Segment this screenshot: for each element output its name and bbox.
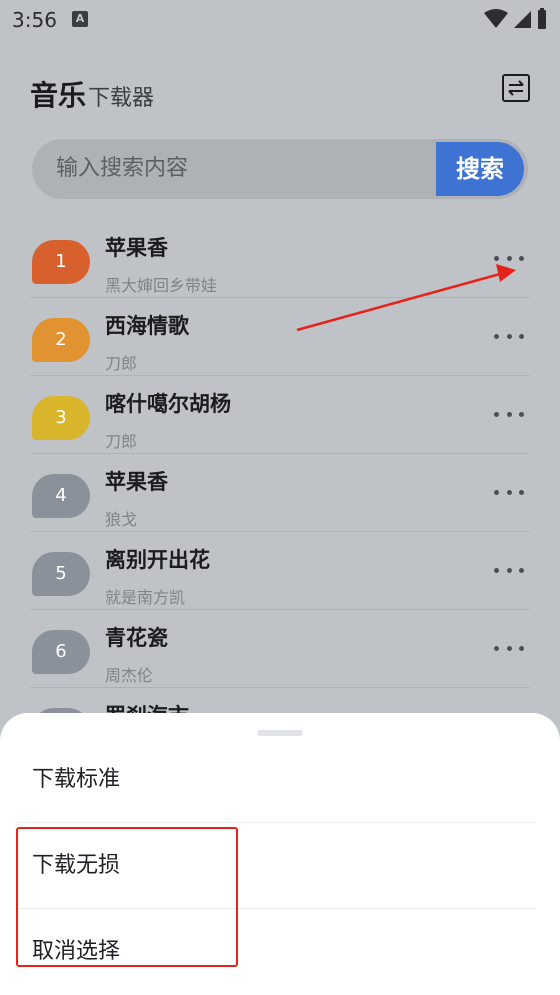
rank-badge: 1 [32, 240, 90, 284]
rank-badge: 6 [32, 630, 90, 674]
app-title: 音乐 下载器 [30, 74, 154, 114]
rank-badge: 5 [32, 552, 90, 596]
rank-badge: 4 [32, 474, 90, 518]
song-title: 青花瓷 [105, 626, 168, 650]
rank-badge: 3 [32, 396, 90, 440]
list-item[interactable]: 6 青花瓷 周杰伦 [30, 610, 530, 688]
song-title: 苹果香 [105, 236, 168, 260]
song-title: 苹果香 [105, 470, 168, 494]
signal-icon [514, 11, 531, 28]
action-sheet: 下载标准 下载无损 取消选择 [0, 713, 560, 995]
song-list: 1 苹果香 黑大婶回乡带娃 2 西海情歌 刀郎 3 喀什噶尔胡杨 刀郎 4 苹果… [30, 220, 530, 766]
notification-a-icon: A [72, 11, 88, 27]
list-item[interactable]: 5 离别开出花 就是南方凯 [30, 532, 530, 610]
download-standard-option[interactable]: 下载标准 [16, 737, 536, 823]
song-title: 喀什噶尔胡杨 [105, 392, 231, 416]
more-options-icon[interactable] [494, 560, 524, 580]
cancel-selection-option[interactable]: 取消选择 [16, 909, 536, 995]
more-options-icon[interactable] [494, 404, 524, 424]
search-button[interactable]: 搜索 [436, 142, 524, 196]
list-item[interactable]: 2 西海情歌 刀郎 [30, 298, 530, 376]
list-item[interactable]: 1 苹果香 黑大婶回乡带娃 [30, 220, 530, 298]
search-bar: 搜索 [32, 139, 528, 199]
song-artist: 狼戈 [105, 510, 138, 529]
status-time: 3:56 [12, 8, 57, 32]
download-lossless-option[interactable]: 下载无损 [16, 823, 536, 909]
song-title: 离别开出花 [105, 548, 210, 572]
song-artist: 周杰伦 [105, 666, 154, 685]
song-artist: 刀郎 [105, 354, 138, 373]
status-bar: 3:56 A [0, 0, 560, 40]
song-artist: 黑大婶回乡带娃 [105, 276, 218, 295]
option-label: 下载标准 [32, 767, 121, 792]
more-options-icon[interactable] [494, 326, 524, 346]
rank-badge: 2 [32, 318, 90, 362]
song-artist: 刀郎 [105, 432, 138, 451]
sheet-handle[interactable] [257, 730, 303, 736]
more-options-icon[interactable] [494, 248, 524, 268]
battery-icon [538, 8, 546, 29]
swap-icon[interactable] [502, 74, 530, 102]
more-options-icon[interactable] [494, 638, 524, 658]
option-label: 下载无损 [32, 853, 121, 878]
song-title: 西海情歌 [105, 314, 189, 338]
wifi-icon [484, 9, 508, 28]
more-options-icon[interactable] [494, 482, 524, 502]
search-input[interactable] [56, 139, 426, 199]
app-header: 音乐 下载器 [30, 68, 530, 118]
app-title-main: 音乐 [30, 79, 87, 112]
song-artist: 就是南方凯 [105, 588, 186, 607]
option-label: 取消选择 [32, 939, 121, 964]
list-item[interactable]: 3 喀什噶尔胡杨 刀郎 [30, 376, 530, 454]
list-item[interactable]: 4 苹果香 狼戈 [30, 454, 530, 532]
status-icons [484, 8, 548, 30]
app-title-sub: 下载器 [88, 86, 155, 111]
